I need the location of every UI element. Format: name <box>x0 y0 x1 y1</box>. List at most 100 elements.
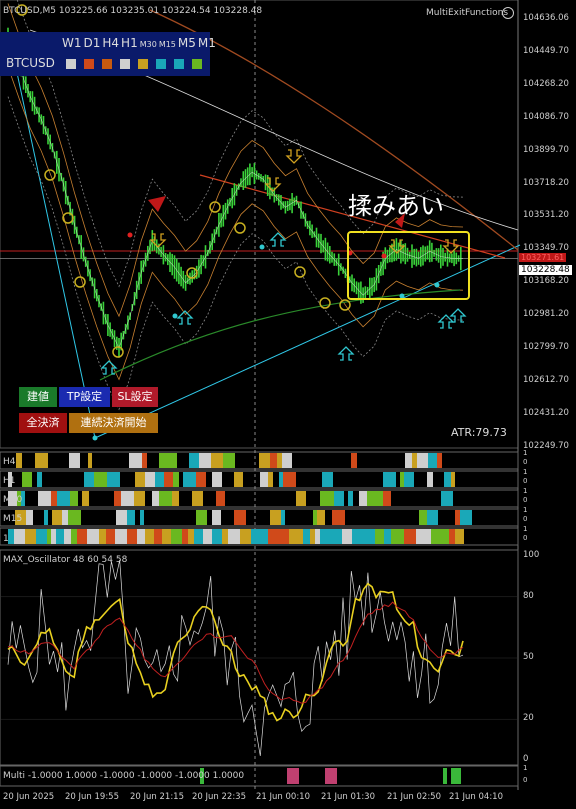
price-tick: 104268.20 <box>523 78 569 89</box>
state-cell <box>127 510 135 525</box>
state-cell <box>322 472 333 487</box>
state-cell <box>315 529 320 544</box>
state-cell <box>320 529 329 544</box>
yellow-ring-1 <box>44 169 56 181</box>
row-scale-tick: 0 <box>523 534 528 542</box>
multi-row-text: Multi -1.0000 1.0000 -1.0000 -1.0000 -1.… <box>3 771 245 781</box>
row-label-m30: M30 <box>3 495 23 505</box>
state-cell <box>228 529 240 544</box>
support-trendline <box>94 244 521 439</box>
state-cell <box>419 510 427 525</box>
state-cell <box>51 491 57 506</box>
osc-tick: 0 <box>523 754 529 764</box>
state-cell <box>449 529 455 544</box>
state-cell <box>171 529 178 544</box>
yellow-ring-9 <box>319 297 331 309</box>
down-arrow-2 <box>285 149 303 164</box>
time-tick: 21 Jun 02:50 <box>387 792 441 802</box>
tf-d1: D1 <box>83 36 101 50</box>
state-cell <box>334 491 344 506</box>
state-cell <box>375 529 384 544</box>
state-cell <box>313 510 317 525</box>
state-cell <box>159 453 165 468</box>
price-tick: 102249.70 <box>523 440 569 451</box>
osc-tick: 80 <box>523 590 534 601</box>
state-cell <box>222 529 228 544</box>
tp-button[interactable]: TP設定 <box>59 387 110 407</box>
state-cell <box>82 491 89 506</box>
state-cell <box>14 529 25 544</box>
state-cell <box>239 472 243 487</box>
state-cell <box>379 491 383 506</box>
state-cell <box>425 529 431 544</box>
state-cell <box>212 510 221 525</box>
state-cell <box>152 491 159 506</box>
state-cell <box>412 453 417 468</box>
row-label-1: 1 <box>3 534 9 544</box>
yellow-ring-8 <box>294 266 306 278</box>
state-cell <box>455 529 464 544</box>
state-cell <box>87 529 99 544</box>
state-cell <box>192 491 203 506</box>
state-cell <box>268 529 281 544</box>
row-scale-tick: 0 <box>523 496 528 504</box>
signal-dot-6 <box>399 293 405 299</box>
timeframe-square <box>156 59 166 69</box>
state-cell <box>51 529 56 544</box>
state-cell <box>107 472 120 487</box>
state-cell <box>137 529 145 544</box>
state-cell <box>25 529 36 544</box>
state-cell <box>352 529 357 544</box>
state-cell <box>320 491 328 506</box>
state-cell <box>69 453 80 468</box>
time-tick: 20 Jun 19:55 <box>65 792 119 802</box>
tf-m30: M30 <box>139 40 157 49</box>
state-cell <box>317 510 325 525</box>
timeframe-square <box>174 59 184 69</box>
price-tick: 104086.70 <box>523 111 569 122</box>
green-ma-line <box>99 289 461 381</box>
state-cell <box>173 472 179 487</box>
state-cell <box>279 472 283 487</box>
state-cell <box>268 472 273 487</box>
signal-dot-7 <box>434 282 440 288</box>
price-tick: 102612.70 <box>523 374 569 385</box>
row-scale-tick: 1 <box>523 449 528 457</box>
close-all-button[interactable]: 全決済 <box>19 413 67 433</box>
smiley-icon <box>502 7 514 19</box>
state-cell <box>348 491 353 506</box>
state-cell <box>189 453 199 468</box>
state-cell <box>172 491 179 506</box>
entry-button[interactable]: 建値 <box>19 387 57 407</box>
price-tick: 104449.70 <box>523 45 569 56</box>
row-scale-tick: 1 <box>523 506 528 514</box>
indicator-name: MultiExitFunctions <box>426 8 509 18</box>
state-cell <box>460 510 472 525</box>
price-tick: 103899.70 <box>523 144 569 155</box>
state-cell <box>64 529 71 544</box>
state-cell <box>417 453 428 468</box>
state-cell <box>16 453 22 468</box>
state-cell <box>416 529 425 544</box>
state-cell <box>441 491 453 506</box>
state-cell <box>404 472 414 487</box>
state-cell <box>62 510 68 525</box>
timeframe-square <box>102 59 112 69</box>
price-tick: 102431.20 <box>523 407 569 418</box>
state-cell <box>115 529 127 544</box>
state-cell <box>57 491 70 506</box>
signal-dot-0 <box>127 232 133 238</box>
sl-button[interactable]: SL設定 <box>112 387 158 407</box>
state-cell <box>405 453 412 468</box>
state-cell <box>155 472 164 487</box>
state-cell <box>427 510 438 525</box>
state-cell <box>296 491 306 506</box>
state-cell <box>37 472 42 487</box>
continuous-close-button[interactable]: 連続決済開始 <box>69 413 158 433</box>
state-cell <box>282 453 292 468</box>
state-cell <box>216 491 225 506</box>
state-cell <box>77 529 87 544</box>
state-cell <box>329 529 342 544</box>
state-cell <box>121 491 134 506</box>
state-cell <box>260 472 268 487</box>
